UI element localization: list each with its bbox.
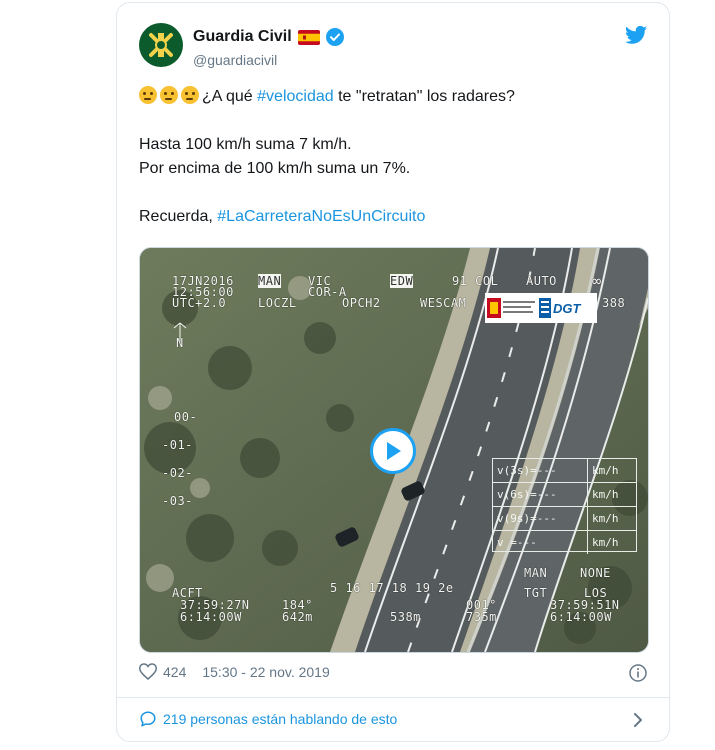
heart-icon[interactable] [139, 663, 157, 680]
tweet-text-segment: Recuerda, [139, 208, 218, 225]
tweet-card: Guardia Civil @guardiacivil ¿A qué #velo… [116, 2, 670, 742]
osd-auto: AUTO [526, 274, 557, 288]
chevron-right-icon[interactable] [633, 712, 643, 728]
osd-388: 388 [602, 296, 626, 310]
dgt-logo-icon: DGT [539, 298, 582, 318]
osd-tgt: TGT [524, 586, 548, 600]
speed-row: v(3s)=--- km/h [493, 459, 636, 483]
conversation-text[interactable]: 219 personas están hablando de esto [163, 711, 397, 727]
play-icon [387, 442, 401, 460]
guardia-civil-emblem-icon [149, 33, 173, 57]
conversation-link[interactable]: 219 personas están hablando de esto [139, 710, 397, 728]
speed-unit: km/h [592, 536, 619, 549]
logos-banner: DGT [485, 293, 597, 323]
osd-alt1: 642m [282, 610, 313, 624]
osd-scale-2: -02- [162, 466, 193, 480]
video-player[interactable]: 17JN2016 MAN VIC 12:56:00 COR-A UTC+2.0 … [139, 247, 649, 653]
dgt-logo-text: DGT [553, 301, 582, 316]
tweet-meta: 424 15:30 - 22 nov. 2019 [139, 663, 330, 680]
speed-row: v(9s)=--- km/h [493, 507, 636, 531]
twitter-bird-icon[interactable] [625, 25, 647, 45]
osd-loczl: LOCZL [258, 296, 297, 310]
tweet-line-3: Por encima de 100 km/h suma un 7%. [139, 160, 411, 177]
osd-scale-3: -03- [162, 494, 193, 508]
speed-unit: km/h [592, 464, 619, 477]
osd-north: N [176, 336, 184, 350]
thinking-face-icon [160, 86, 178, 104]
speed-label: v =--- [493, 531, 588, 554]
speed-row: v =--- km/h [493, 531, 636, 554]
spain-flag-icon [297, 29, 320, 45]
osd-scale-0: 00- [174, 410, 198, 424]
osd-infinity: ∞ [592, 272, 602, 290]
osd-col: 91 COL [452, 274, 499, 288]
osd-acft-lon: 6:14:00W [180, 610, 242, 624]
osd-mode: MAN [258, 274, 282, 288]
account-name[interactable]: Guardia Civil [193, 28, 292, 46]
speed-label: v(6s)=--- [493, 483, 588, 506]
osd-range: 538m [390, 610, 421, 624]
thinking-face-icon [181, 86, 199, 104]
tweet-text-segment: ¿A qué [202, 88, 258, 105]
speed-label: v(9s)=--- [493, 507, 588, 530]
verified-badge-icon [325, 28, 344, 46]
tweet-line-2: Hasta 100 km/h suma 7 km/h. [139, 136, 352, 153]
avatar[interactable] [139, 23, 183, 67]
hashtag-lacarreteranoesuncircuito[interactable]: #LaCarreteraNoEsUnCircuito [217, 208, 425, 225]
hashtag-velocidad[interactable]: #velocidad [257, 88, 334, 105]
tweet-text: ¿A qué #velocidad te "retratan" los rada… [139, 85, 644, 229]
osd-scale-1: -01- [162, 438, 193, 452]
tweet-timestamp[interactable]: 15:30 - 22 nov. 2019 [202, 664, 329, 680]
ministry-logo-icon [487, 298, 535, 318]
tweet-text-segment: te "retratan" los radares? [333, 88, 515, 105]
divider [117, 697, 669, 698]
name-row: Guardia Civil [193, 28, 344, 46]
play-button[interactable] [370, 428, 416, 474]
osd-wescam: WESCAM [420, 296, 467, 310]
speed-row: v(6s)=--- km/h [493, 483, 636, 507]
osd-edw: EDW [390, 274, 414, 288]
info-icon[interactable] [629, 664, 647, 682]
reply-bubble-icon [140, 711, 156, 727]
osd-alt2: 735m [466, 610, 497, 624]
osd-cor: COR-A [308, 285, 347, 299]
osd-opch: OPCH2 [342, 296, 381, 310]
tweet-line-1: ¿A qué #velocidad te "retratan" los rada… [139, 85, 644, 109]
account-handle[interactable]: @guardiacivil [193, 52, 277, 68]
speed-unit: km/h [592, 512, 619, 525]
speed-readout-box: v(3s)=--- km/h v(6s)=--- km/h v(9s)=--- … [492, 458, 637, 554]
osd-tgt-lon: 6:14:00W [550, 610, 612, 624]
like-count[interactable]: 424 [163, 664, 186, 680]
speed-label: v(3s)=--- [493, 459, 588, 482]
osd-ruler: 5 16 17 18 19 2e [330, 581, 454, 595]
thinking-face-icon [139, 86, 157, 104]
speed-unit: km/h [592, 488, 619, 501]
osd-tgt-mode: MAN [524, 566, 548, 580]
tweet-line-4: Recuerda, #LaCarreteraNoEsUnCircuito [139, 205, 644, 229]
osd-none: NONE [580, 566, 611, 580]
osd-utc: UTC+2.0 [172, 296, 227, 310]
